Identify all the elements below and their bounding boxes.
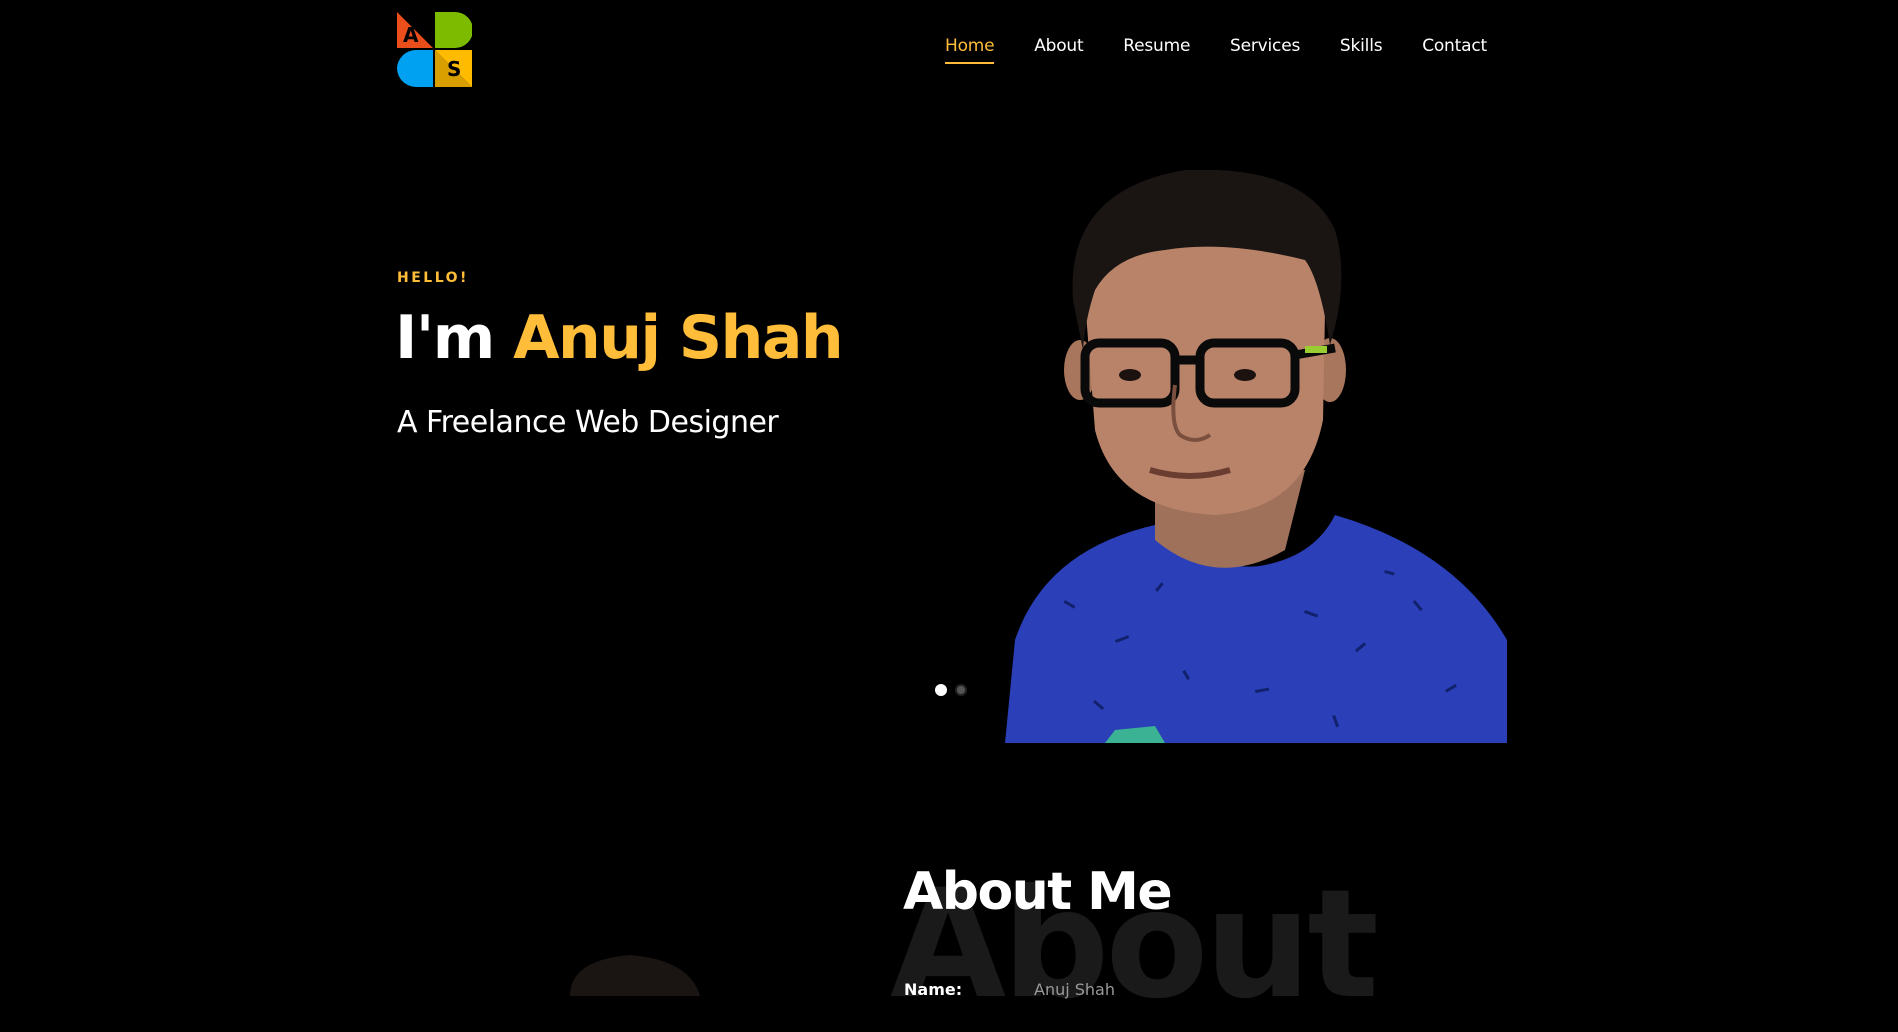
hero-title: I'm Anuj Shah [395, 303, 844, 373]
about-title: About Me [903, 862, 1173, 922]
svg-text:A: A [403, 23, 419, 47]
logo-mark-icon: A S [397, 12, 473, 87]
site-logo[interactable]: A S [397, 12, 473, 87]
hero-title-prefix: I'm [395, 303, 514, 373]
about-detail-label: Name: [904, 980, 963, 999]
about-detail-row: Name: Anuj Shah [904, 980, 1115, 999]
main-nav: Home About Resume Services Skills Contac… [945, 36, 1487, 70]
nav-item-skills[interactable]: Skills [1340, 36, 1383, 62]
slider-dot-2[interactable] [955, 684, 967, 696]
about-detail-value: Anuj Shah [1034, 980, 1115, 999]
hero-subtitle: A Freelance Web Designer [397, 405, 779, 440]
hero-portrait-image [1005, 170, 1507, 743]
hero-title-name: Anuj Shah [513, 303, 843, 373]
nav-item-resume[interactable]: Resume [1123, 36, 1190, 62]
slider-dot-1[interactable] [935, 684, 947, 696]
slider-dots [935, 683, 967, 696]
svg-text:S: S [447, 57, 461, 81]
nav-item-about[interactable]: About [1034, 36, 1083, 62]
nav-item-home[interactable]: Home [945, 36, 995, 64]
nav-item-services[interactable]: Services [1230, 36, 1300, 62]
hero-eyebrow: HELLO! [397, 270, 469, 286]
nav-item-contact[interactable]: Contact [1422, 36, 1487, 62]
about-portrait-image [560, 955, 710, 996]
